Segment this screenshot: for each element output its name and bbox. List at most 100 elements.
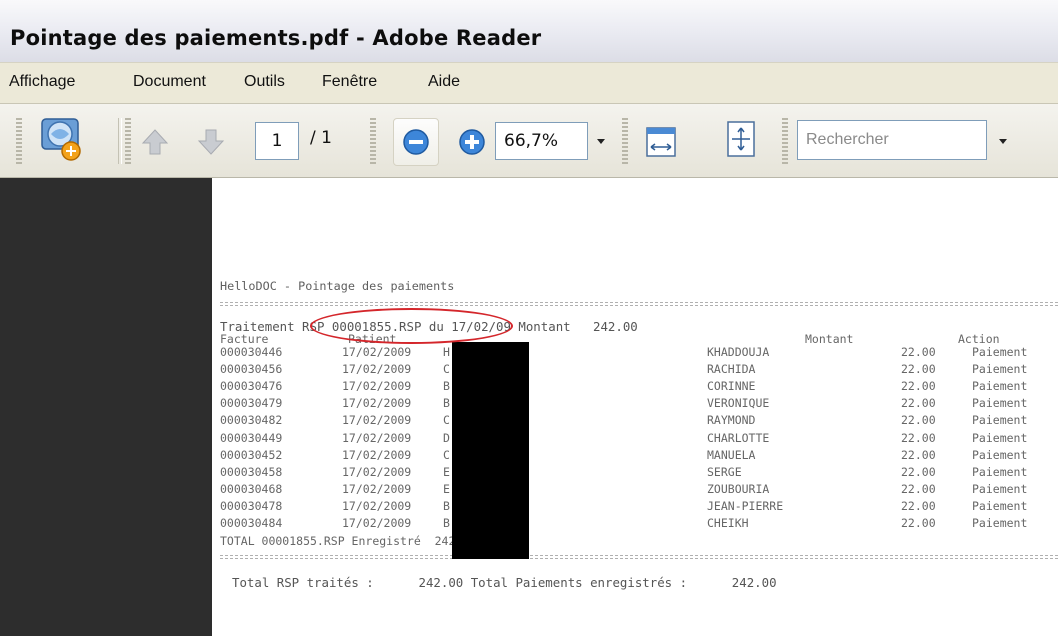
table-cell-date: 17/02/2009 (342, 516, 412, 530)
table-cell-facture: 000030479 (220, 396, 283, 410)
zoom-out-icon (403, 129, 429, 155)
table-cell-name: JEAN-PIERRE (707, 499, 784, 513)
window-title: Pointage des paiements.pdf - Adobe Reade… (10, 26, 542, 50)
table-cell-facture: 000030476 (220, 379, 283, 393)
table-cell-action: Paiement (972, 396, 1028, 410)
table-cell-facture: 000030468 (220, 482, 283, 496)
table-cell-date: 17/02/2009 (342, 379, 412, 393)
table-cell-montant: 22.00 (901, 516, 936, 530)
table-cell-name: KHADDOUJA (707, 345, 770, 359)
navigation-pane[interactable] (0, 178, 212, 636)
table-cell-action: Paiement (972, 448, 1028, 462)
table-cell-facture: 000030482 (220, 413, 283, 427)
table-cell-action: Paiement (972, 482, 1028, 496)
title-bar[interactable]: Pointage des paiements.pdf - Adobe Reade… (0, 0, 1058, 62)
search-input[interactable]: Rechercher (797, 120, 987, 160)
table-cell-name: MANUELA (707, 448, 756, 462)
document-heading: HelloDOC - Pointage des paiements (220, 279, 455, 293)
table-cell-code: B (443, 499, 450, 513)
table-cell-code: D (443, 431, 450, 445)
table-cell-date: 17/02/2009 (342, 499, 412, 513)
column-header-facture: Facture (220, 332, 269, 346)
table-cell-montant: 22.00 (901, 448, 936, 462)
zoom-level-input[interactable]: 66,7% (495, 122, 588, 160)
menu-aide[interactable]: Aide (428, 73, 460, 91)
table-cell-code: E (443, 482, 450, 496)
table-cell-montant: 22.00 (901, 465, 936, 479)
page-total: / 1 (310, 128, 332, 148)
zoom-dropdown-icon[interactable] (592, 122, 610, 160)
table-cell-code: B (443, 379, 450, 393)
table-cell-name: CHEIKH (707, 516, 749, 530)
table-cell-action: Paiement (972, 431, 1028, 445)
table-cell-action: Paiement (972, 465, 1028, 479)
toolbar-grip[interactable] (622, 118, 628, 164)
divider (220, 302, 1058, 303)
menu-document[interactable]: Document (133, 73, 206, 91)
table-cell-code: B (443, 396, 450, 410)
table-cell-montant: 22.00 (901, 413, 936, 427)
table-cell-code: C (443, 413, 450, 427)
fit-page-icon[interactable] (720, 116, 762, 164)
table-cell-code: C (443, 448, 450, 462)
next-page-icon[interactable] (196, 126, 226, 158)
table-cell-date: 17/02/2009 (342, 431, 412, 445)
toolbar-grip[interactable] (782, 118, 788, 164)
table-cell-name: ZOUBOURIA (707, 482, 770, 496)
collaborate-icon[interactable] (38, 113, 86, 165)
table-cell-montant: 22.00 (901, 362, 936, 376)
table-cell-date: 17/02/2009 (342, 362, 412, 376)
column-header-montant: Montant (805, 332, 854, 346)
table-cell-action: Paiement (972, 413, 1028, 427)
toolbar-separator (118, 118, 122, 164)
table-cell-facture: 000030478 (220, 499, 283, 513)
table-cell-code: C (443, 362, 450, 376)
table-cell-montant: 22.00 (901, 396, 936, 410)
table-cell-montant: 22.00 (901, 499, 936, 513)
page-number-input[interactable]: 1 (255, 122, 299, 160)
table-cell-date: 17/02/2009 (342, 448, 412, 462)
table-cell-action: Paiement (972, 362, 1028, 376)
table-cell-code: H (443, 345, 450, 359)
zoom-in-icon[interactable] (452, 120, 492, 164)
toolbar-grip[interactable] (370, 118, 376, 164)
search-dropdown-icon[interactable] (994, 122, 1012, 160)
table-cell-facture: 000030456 (220, 362, 283, 376)
table-cell-date: 17/02/2009 (342, 465, 412, 479)
table-cell-montant: 22.00 (901, 431, 936, 445)
table-cell-name: VERONIQUE (707, 396, 770, 410)
menu-outils[interactable]: Outils (244, 73, 285, 91)
annotation-circle (310, 308, 513, 344)
menu-fenetre[interactable]: Fenêtre (322, 73, 377, 91)
divider (220, 558, 1058, 559)
table-cell-name: RAYMOND (707, 413, 756, 427)
table-cell-date: 17/02/2009 (342, 396, 412, 410)
table-cell-montant: 22.00 (901, 482, 936, 496)
divider (220, 305, 1058, 306)
previous-page-icon[interactable] (140, 126, 170, 158)
zoom-out-button[interactable] (393, 118, 439, 166)
table-cell-name: SERGE (707, 465, 742, 479)
menu-bar: Affichage Document Outils Fenêtre Aide (0, 62, 1058, 104)
column-header-action: Action (958, 332, 1000, 346)
table-cell-name: CORINNE (707, 379, 756, 393)
table-cell-montant: 22.00 (901, 345, 936, 359)
toolbar-grip[interactable] (125, 118, 131, 164)
table-cell-facture: 000030452 (220, 448, 283, 462)
fit-width-icon[interactable] (640, 120, 682, 164)
table-cell-montant: 22.00 (901, 379, 936, 393)
table-cell-action: Paiement (972, 516, 1028, 530)
summary-line: Total RSP traités : 242.00 Total Paiemen… (232, 575, 777, 590)
table-cell-date: 17/02/2009 (342, 482, 412, 496)
table-cell-date: 17/02/2009 (342, 413, 412, 427)
table-cell-facture: 000030446 (220, 345, 283, 359)
toolbar-grip[interactable] (16, 118, 22, 164)
table-cell-name: CHARLOTTE (707, 431, 770, 445)
table-cell-date: 17/02/2009 (342, 345, 412, 359)
table-cell-code: B (443, 516, 450, 530)
menu-affichage[interactable]: Affichage (9, 73, 75, 91)
table-cell-code: E (443, 465, 450, 479)
table-cell-facture: 000030449 (220, 431, 283, 445)
table-cell-facture: 000030458 (220, 465, 283, 479)
table-cell-action: Paiement (972, 345, 1028, 359)
